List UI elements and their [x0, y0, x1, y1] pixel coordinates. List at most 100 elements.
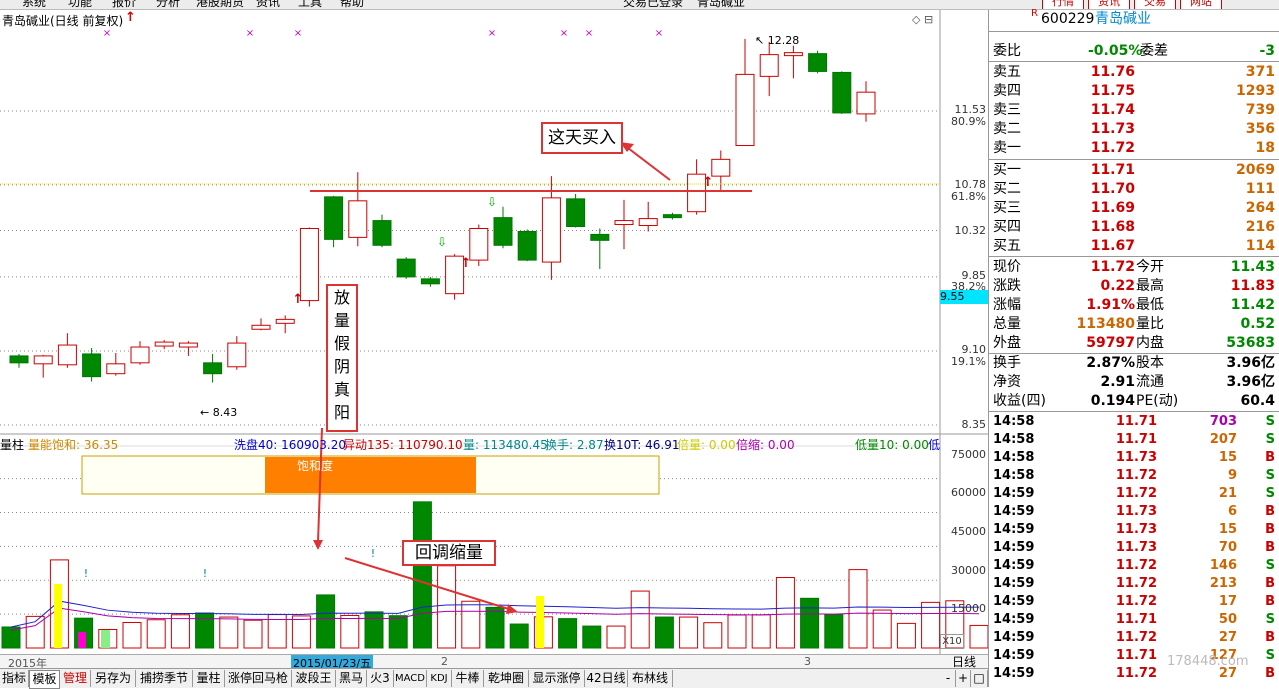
volume-bar[interactable]	[703, 622, 723, 649]
tab-limit-up[interactable]: 涨停回马枪	[225, 670, 292, 687]
tab-macd[interactable]: MACD	[394, 670, 427, 687]
candle[interactable]	[783, 52, 803, 57]
volume-bar[interactable]	[896, 622, 916, 649]
menu-item-analysis[interactable]: 分析	[156, 0, 180, 9]
volume-bar[interactable]	[654, 616, 674, 649]
news-tab-button[interactable]: 资讯	[1088, 0, 1130, 9]
tab-qiankun[interactable]: 乾坤圈	[484, 670, 529, 687]
volume-bar[interactable]	[219, 616, 239, 649]
candle[interactable]	[832, 71, 852, 114]
restore-button[interactable]: □	[971, 670, 988, 687]
candle[interactable]	[275, 318, 295, 324]
candle[interactable]	[541, 197, 561, 263]
volume-bar[interactable]	[437, 565, 457, 649]
volume-bar[interactable]	[170, 614, 190, 649]
candle[interactable]	[711, 158, 731, 177]
volume-bar[interactable]	[582, 625, 602, 649]
volume-bar[interactable]	[679, 616, 699, 649]
volume-bar[interactable]	[243, 619, 263, 649]
menu-item-hk-futures[interactable]: 港股期货	[196, 0, 244, 9]
volume-bar[interactable]	[364, 611, 384, 649]
menu-item-system[interactable]: 系统	[22, 0, 46, 9]
chart-options-icon[interactable]: ◇ ⊟	[912, 13, 933, 26]
candle[interactable]	[638, 218, 658, 227]
menu-item-help[interactable]: 帮助	[340, 0, 364, 9]
candle[interactable]	[469, 227, 489, 261]
volume-bar[interactable]	[558, 618, 578, 649]
candle[interactable]	[9, 355, 29, 364]
menu-item-quote[interactable]: 报价	[112, 0, 136, 9]
tab-save-as[interactable]: 另存为	[91, 670, 136, 687]
tab-fishing-season[interactable]: 捕捞季节	[136, 670, 193, 687]
zoom-in-button[interactable]: +	[956, 670, 971, 687]
candle[interactable]	[130, 346, 150, 364]
volume-bar[interactable]	[848, 569, 868, 649]
candle[interactable]	[82, 353, 102, 378]
candle[interactable]	[396, 258, 416, 278]
tab-band-king[interactable]: 波段王	[292, 670, 336, 687]
volume-bar[interactable]	[606, 625, 626, 649]
volume-bar[interactable]	[775, 577, 795, 649]
kline-chart[interactable]: × × × × × × × ↑ ↑ ↑ ⇩ ⇩!!! 青岛碱业(日线 前复权) ↑ ◇ ⊟ ↖ 12.…	[0, 10, 988, 654]
candle[interactable]	[759, 54, 779, 77]
volume-bar[interactable]	[824, 614, 844, 649]
candle[interactable]	[203, 362, 223, 375]
candle[interactable]	[420, 278, 440, 285]
volume-bar[interactable]	[969, 624, 988, 649]
volume-bar[interactable]	[509, 623, 529, 649]
candle[interactable]	[735, 73, 755, 147]
tab-fire3[interactable]: 火3	[367, 670, 394, 687]
volume-bar[interactable]	[800, 597, 820, 649]
volume-bar[interactable]	[461, 600, 481, 649]
tab-volume-bar[interactable]: 量柱	[193, 670, 225, 687]
volume-bar[interactable]	[727, 614, 747, 649]
volume-bar[interactable]	[146, 619, 166, 649]
candle[interactable]	[57, 344, 77, 366]
candle[interactable]	[324, 196, 344, 240]
tab-show-limit[interactable]: 显示涨停	[529, 670, 585, 687]
tab-bull-stick[interactable]: 牛棒	[452, 670, 484, 687]
tab-dark-horse[interactable]: 黑马	[336, 670, 367, 687]
tab-kdj[interactable]: KDJ	[427, 670, 452, 687]
candle[interactable]	[662, 214, 682, 219]
tab-manage[interactable]: 管理	[60, 670, 91, 687]
volume-bar[interactable]	[388, 615, 408, 649]
candle[interactable]	[227, 342, 247, 368]
candle[interactable]	[33, 355, 53, 365]
period-label[interactable]: 日线	[940, 654, 988, 669]
candle[interactable]	[566, 198, 586, 228]
volume-bar[interactable]	[872, 609, 892, 649]
candle[interactable]	[517, 230, 537, 261]
volume-bar[interactable]	[340, 614, 360, 649]
volume-bar[interactable]	[316, 594, 336, 649]
volume-bar[interactable]	[751, 614, 771, 649]
volume-bar[interactable]	[412, 501, 432, 649]
menu-item-news[interactable]: 资讯	[256, 0, 280, 9]
volume-bar[interactable]	[485, 606, 505, 649]
trade-tab-button[interactable]: 交易	[1134, 0, 1176, 9]
tab-42day[interactable]: 42日线	[585, 670, 628, 687]
candle[interactable]	[348, 200, 368, 238]
tab-template[interactable]: 模板	[29, 670, 60, 689]
menu-item-function[interactable]: 功能	[68, 0, 92, 9]
volume-bar[interactable]	[122, 621, 142, 649]
tab-bollinger[interactable]: 布林线	[628, 670, 673, 687]
candle[interactable]	[808, 53, 828, 72]
candle[interactable]	[590, 233, 610, 241]
zoom-out-button[interactable]: -	[941, 670, 956, 687]
candle[interactable]	[154, 341, 174, 347]
candle[interactable]	[856, 91, 876, 115]
candle[interactable]	[299, 227, 319, 302]
website-tab-button[interactable]: 网站	[1180, 0, 1222, 9]
volume-bar[interactable]	[630, 590, 650, 649]
quote-tab-button[interactable]: 行情	[1042, 0, 1084, 9]
menu-item-tools[interactable]: 工具	[298, 0, 322, 9]
candle[interactable]	[614, 220, 634, 226]
tab-indicator[interactable]: 指标	[0, 670, 29, 687]
volume-bar[interactable]	[291, 615, 311, 649]
volume-bar[interactable]	[921, 601, 941, 649]
candle[interactable]	[178, 342, 198, 348]
candle[interactable]	[493, 217, 513, 246]
candle[interactable]	[106, 363, 126, 375]
candle[interactable]	[251, 324, 271, 330]
